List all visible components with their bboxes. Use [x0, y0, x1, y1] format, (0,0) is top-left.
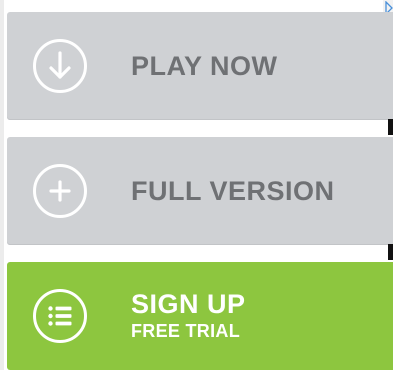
plus-icon	[33, 164, 87, 218]
full-version-button[interactable]: FULL VERSION	[7, 137, 393, 245]
sign-up-button[interactable]: SIGN UP FREE TRIAL	[7, 262, 393, 370]
edge-mark	[388, 119, 393, 135]
free-trial-label: FREE TRIAL	[131, 321, 240, 341]
sign-up-label-group: SIGN UP FREE TRIAL	[131, 289, 246, 342]
play-now-label: PLAY NOW	[131, 50, 278, 81]
play-now-button[interactable]: PLAY NOW	[7, 12, 393, 120]
ad-panel: PLAY NOW FULL VERSION SIGN UP FREE TRIAL	[0, 0, 393, 370]
download-arrow-icon	[33, 39, 87, 93]
edge-mark	[388, 244, 393, 260]
left-edge	[0, 0, 4, 370]
list-icon	[33, 289, 87, 343]
sign-up-label: SIGN UP	[131, 289, 246, 319]
full-version-label: FULL VERSION	[131, 175, 335, 206]
